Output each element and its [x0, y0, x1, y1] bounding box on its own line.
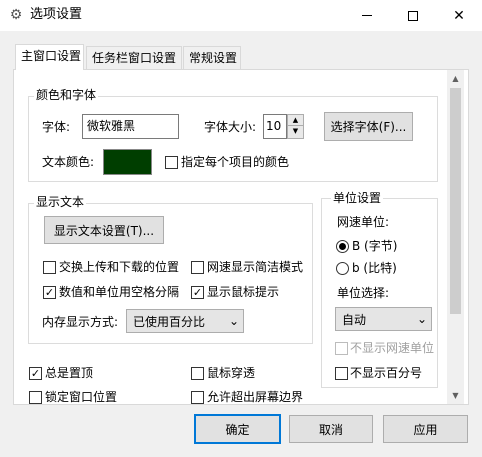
space-separate-checkbox[interactable]: ✓ [43, 286, 56, 299]
lock-position-label: 锁定窗口位置 [45, 390, 118, 404]
hide-percent-checkbox[interactable] [335, 367, 348, 380]
minimize-icon [362, 15, 372, 16]
radio-bit[interactable] [336, 262, 349, 275]
scroll-down-icon[interactable]: ▼ [447, 387, 464, 404]
spin-up-icon[interactable]: ▲ [288, 115, 303, 126]
maximize-button[interactable] [390, 0, 436, 31]
tab-label: 主窗口设置 [21, 49, 82, 63]
always-on-top-checkbox[interactable]: ✓ [29, 367, 42, 380]
mouse-tip-checkbox[interactable]: ✓ [191, 286, 204, 299]
mouse-through-label: 鼠标穿透 [207, 366, 256, 380]
tab-label: 任务栏窗口设置 [92, 51, 177, 65]
window-title: 选项设置 [30, 7, 83, 22]
tab-label: 常规设置 [189, 51, 238, 65]
chevron-down-icon: ⌄ [228, 314, 239, 328]
text-color-swatch[interactable] [103, 149, 152, 175]
tab-taskbar-window[interactable]: 任务栏窗口设置 [86, 46, 182, 69]
color-font-group-label: 颜色和字体 [34, 88, 99, 102]
clipped-row: 锁定窗口位置 允许超出屏幕边界 [14, 388, 447, 404]
unit-select-dropdown[interactable]: 自动 ⌄ [335, 307, 432, 331]
swap-updown-checkbox[interactable] [43, 261, 56, 274]
allow-outside-label: 允许超出屏幕边界 [207, 390, 304, 404]
hide-speed-unit-label: 不显示网速单位 [350, 341, 435, 355]
gear-icon: ⚙ [9, 7, 23, 23]
radio-dot [339, 243, 346, 250]
hide-speed-unit-checkbox[interactable] [335, 342, 348, 355]
scrollbar-thumb[interactable] [450, 88, 461, 314]
display-text-group-label: 显示文本 [34, 195, 87, 209]
check-icon: ✓ [30, 367, 41, 380]
ok-button[interactable]: 确定 [194, 414, 281, 444]
unit-group-label: 单位设置 [331, 191, 384, 205]
font-size-label: 字体大小: [204, 120, 257, 134]
mouse-tip-label: 显示鼠标提示 [207, 285, 280, 299]
simple-mode-label: 网速显示简洁模式 [207, 260, 304, 274]
spin-down-icon[interactable]: ▼ [288, 126, 303, 137]
font-field[interactable]: 微软雅黑 [82, 114, 179, 139]
select-font-button[interactable]: 选择字体(F)... [324, 112, 413, 141]
radio-byte[interactable] [336, 240, 349, 253]
chevron-down-icon: ⌄ [416, 312, 427, 326]
lock-position-checkbox[interactable] [29, 391, 42, 404]
memory-mode-label: 内存显示方式: [42, 315, 119, 329]
tab-general[interactable]: 常规设置 [183, 46, 241, 69]
allow-outside-checkbox[interactable] [191, 391, 204, 404]
check-icon: ✓ [192, 286, 203, 299]
minimize-button[interactable] [344, 0, 390, 31]
vertical-scrollbar[interactable]: ▲ ▼ [447, 70, 464, 404]
font-size-spinner[interactable]: ▲ ▼ [287, 114, 304, 139]
memory-mode-value: 已使用百分比 [133, 314, 206, 329]
display-text-settings-button[interactable]: 显示文本设置(T)... [44, 216, 164, 244]
font-size-field[interactable]: 10 [263, 114, 287, 139]
tab-main-window[interactable]: 主窗口设置 [15, 44, 84, 70]
per-item-color-label: 指定每个项目的颜色 [181, 155, 290, 169]
unit-select-label: 单位选择: [337, 286, 390, 300]
swap-updown-label: 交换上传和下载的位置 [59, 260, 180, 274]
simple-mode-checkbox[interactable] [191, 261, 204, 274]
cancel-button[interactable]: 取消 [289, 415, 373, 443]
scroll-up-icon[interactable]: ▲ [447, 70, 464, 87]
radio-bit-label: b (比特) [352, 261, 397, 275]
apply-button[interactable]: 应用 [383, 415, 468, 443]
maximize-icon [408, 10, 418, 21]
text-color-label: 文本颜色: [42, 155, 95, 169]
mouse-through-checkbox[interactable] [191, 367, 204, 380]
close-button[interactable]: ✕ [436, 0, 482, 31]
font-label: 字体: [42, 120, 71, 134]
memory-mode-dropdown[interactable]: 已使用百分比 ⌄ [126, 309, 244, 333]
unit-select-value: 自动 [342, 312, 367, 327]
radio-byte-label: B (字节) [352, 239, 398, 253]
per-item-color-checkbox[interactable] [165, 156, 178, 169]
space-separate-label: 数值和单位用空格分隔 [59, 285, 180, 299]
check-icon: ✓ [44, 286, 55, 299]
close-icon: ✕ [453, 7, 465, 24]
hide-percent-label: 不显示百分号 [350, 366, 423, 380]
speed-unit-label: 网速单位: [337, 215, 390, 229]
always-on-top-label: 总是置顶 [45, 366, 94, 380]
